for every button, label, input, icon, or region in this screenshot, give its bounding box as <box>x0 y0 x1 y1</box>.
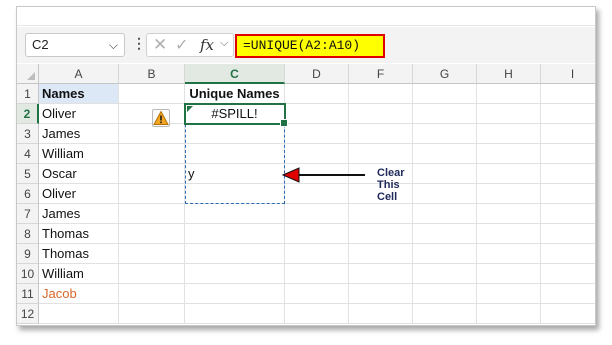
cell-b12[interactable] <box>119 304 185 324</box>
cell-c2[interactable]: #SPILL! <box>185 104 285 124</box>
cell-a10[interactable]: William <box>39 264 119 284</box>
cell-b11[interactable] <box>119 284 185 304</box>
select-all-icon[interactable] <box>17 64 39 84</box>
cell-c7[interactable] <box>185 204 285 224</box>
cell-a1[interactable]: Names <box>39 84 119 104</box>
column-header-b[interactable]: B <box>119 64 185 84</box>
cell-a3[interactable]: James <box>39 124 119 144</box>
error-indicator-icon <box>187 106 193 112</box>
cell-b7[interactable] <box>119 204 185 224</box>
cell-a2[interactable]: Oliver <box>39 104 119 124</box>
row-header[interactable]: 7 <box>17 204 39 224</box>
row-header[interactable]: 5 <box>17 164 39 184</box>
cell-b5[interactable] <box>119 164 185 184</box>
cell-a11[interactable]: Jacob <box>39 284 119 304</box>
column-header-i[interactable]: I <box>541 64 595 84</box>
column-header-h[interactable]: H <box>477 64 541 84</box>
cell-c6[interactable] <box>185 184 285 204</box>
row-header[interactable]: 9 <box>17 244 39 264</box>
cell-a8[interactable]: Thomas <box>39 224 119 244</box>
row-header[interactable]: 11 <box>17 284 39 304</box>
cell-c12[interactable] <box>185 304 285 324</box>
cell-c9[interactable] <box>185 244 285 264</box>
formula-controls: ✕ ✓ fx ⌵ <box>146 33 234 57</box>
row-header[interactable]: 6 <box>17 184 39 204</box>
more-options-icon[interactable]: ⋮ <box>132 35 146 52</box>
cell-c1[interactable]: Unique Names <box>185 84 285 104</box>
cell-b8[interactable] <box>119 224 185 244</box>
cell-b9[interactable] <box>119 244 185 264</box>
row-header[interactable]: 4 <box>17 144 39 164</box>
cell-c10[interactable] <box>185 264 285 284</box>
cell-a4[interactable]: William <box>39 144 119 164</box>
cell-c5[interactable]: y <box>185 164 285 184</box>
cell-a12[interactable] <box>39 304 119 324</box>
column-header-a[interactable]: A <box>39 64 119 84</box>
enter-icon[interactable]: ✓ <box>175 35 188 55</box>
cell-c8[interactable] <box>185 224 285 244</box>
empty-cells-region[interactable] <box>285 84 595 324</box>
cell-b4[interactable] <box>119 144 185 164</box>
excel-window: C2 ⌵ ⋮ ✕ ✓ fx ⌵ =UNIQUE(A2:A10) A B C D … <box>16 6 596 326</box>
chevron-down-icon[interactable]: ⌵ <box>220 37 228 50</box>
insert-function-icon[interactable]: fx <box>200 36 214 54</box>
name-box-value: C2 <box>32 37 49 52</box>
row-header[interactable]: 1 <box>17 84 39 104</box>
warning-icon[interactable] <box>152 109 170 127</box>
row-header[interactable]: 10 <box>17 264 39 284</box>
chevron-down-icon[interactable]: ⌵ <box>109 34 118 56</box>
cell-b10[interactable] <box>119 264 185 284</box>
column-header-c[interactable]: C <box>185 64 285 84</box>
cell-c11[interactable] <box>185 284 285 304</box>
cell-a5[interactable]: Oscar <box>39 164 119 184</box>
name-box[interactable]: C2 ⌵ <box>25 33 125 57</box>
column-header-f[interactable]: F <box>349 64 413 84</box>
cell-c3[interactable] <box>185 124 285 144</box>
row-header[interactable]: 2 <box>17 104 39 124</box>
row-header[interactable]: 8 <box>17 224 39 244</box>
formula-input[interactable]: =UNIQUE(A2:A10) <box>235 34 385 58</box>
row-header[interactable]: 3 <box>17 124 39 144</box>
cell-a7[interactable]: James <box>39 204 119 224</box>
annotation-label: Clear This Cell <box>377 167 405 203</box>
column-header-g[interactable]: G <box>413 64 477 84</box>
cell-a9[interactable]: Thomas <box>39 244 119 264</box>
row-header[interactable]: 12 <box>17 304 39 324</box>
cell-a6[interactable]: Oliver <box>39 184 119 204</box>
cell-b3[interactable] <box>119 124 185 144</box>
cell-b1[interactable] <box>119 84 185 104</box>
cell-b6[interactable] <box>119 184 185 204</box>
arrow-icon <box>281 167 365 183</box>
cancel-icon[interactable]: ✕ <box>153 35 167 55</box>
cell-c4[interactable] <box>185 144 285 164</box>
column-header-d[interactable]: D <box>285 64 349 84</box>
ribbon-edge <box>17 7 595 26</box>
formula-bar: C2 ⌵ ⋮ ✕ ✓ fx ⌵ =UNIQUE(A2:A10) <box>17 27 595 63</box>
